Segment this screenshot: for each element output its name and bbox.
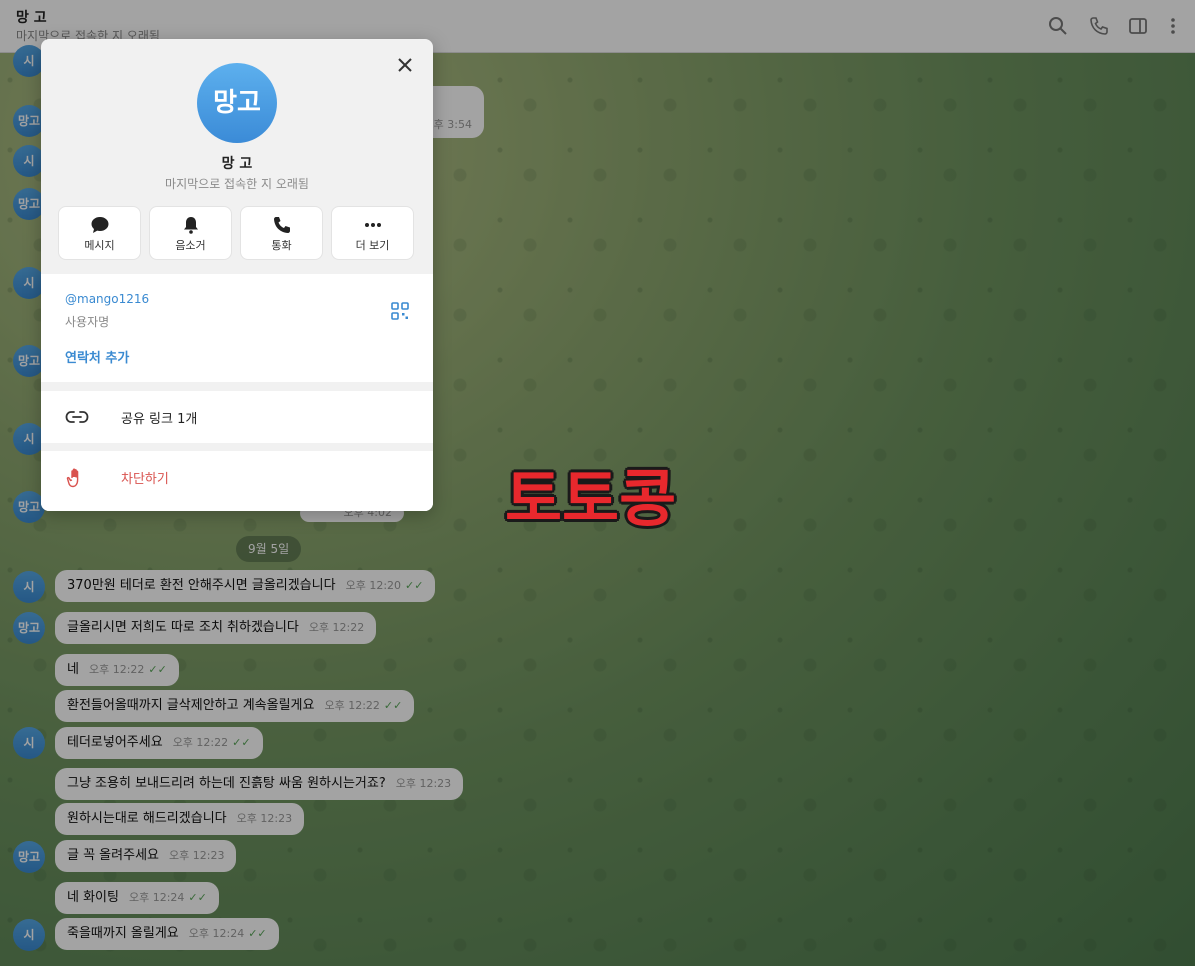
call-button[interactable]: 통화 [240, 206, 323, 260]
block-label: 차단하기 [121, 472, 169, 487]
username-label: 사용자명 [65, 315, 110, 329]
message-button-label: 메시지 [84, 239, 115, 252]
add-contact-link[interactable]: 연락처 추가 [65, 347, 129, 366]
mute-button[interactable]: 음소거 [149, 206, 232, 260]
message-icon [91, 217, 108, 233]
call-button-label: 통화 [271, 239, 292, 252]
profile-avatar[interactable]: 망고 [197, 63, 277, 143]
profile-info-section: @mango1216 사용자명 연락처 추가 [41, 274, 433, 382]
block-row[interactable]: 차단하기 [41, 451, 433, 511]
more-button-label: 더 보기 [355, 239, 390, 252]
qr-code-icon[interactable] [391, 302, 409, 320]
phone-icon [273, 217, 290, 233]
more-icon [364, 223, 381, 227]
username-value[interactable]: @mango1216 [65, 292, 149, 306]
mute-button-label: 음소거 [175, 239, 206, 252]
profile-status: 마지막으로 접속한 지 오래됨 [165, 177, 309, 191]
message-button[interactable]: 메시지 [58, 206, 141, 260]
hand-block-icon [66, 468, 79, 488]
close-icon[interactable] [395, 55, 415, 75]
profile-name: 망 고 [221, 156, 253, 172]
share-link-label: 공유 링크 1개 [121, 412, 198, 427]
more-button[interactable]: 더 보기 [331, 206, 414, 260]
share-link-row[interactable]: 공유 링크 1개 [41, 391, 433, 443]
link-icon [65, 411, 89, 423]
bell-icon [183, 217, 198, 234]
profile-popup: 망고 망 고 마지막으로 접속한 지 오래됨 메시지 음소거 통화 더 보기 @… [41, 39, 433, 511]
watermark-text: 토토콩 [505, 462, 677, 535]
